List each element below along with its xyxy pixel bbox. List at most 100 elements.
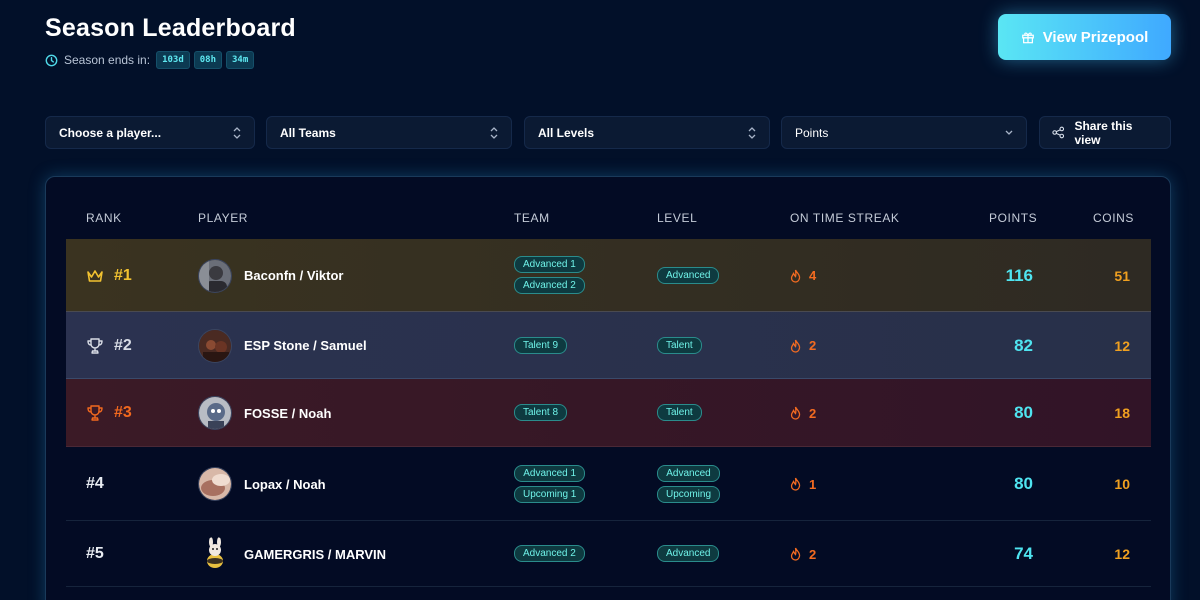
player-select-value: Choose a player...: [59, 125, 162, 140]
chevron-updown-icon: [748, 127, 756, 139]
sort-select[interactable]: Points: [781, 116, 1027, 149]
coins-value: 12: [1114, 546, 1130, 562]
table-row[interactable]: #3 FOSSE / Noah Talent 8 Talent 2 80 18: [66, 379, 1151, 447]
rank-cell: #5: [86, 521, 104, 587]
level-tags: Advanced: [657, 543, 720, 564]
points-cell: 82: [946, 312, 1033, 379]
column-team: TEAM: [514, 211, 550, 225]
flame-icon: [790, 269, 801, 283]
coins-value: 18: [1114, 405, 1130, 421]
chevron-updown-icon: [490, 127, 498, 139]
team-tags: Advanced 1 Upcoming 1: [514, 463, 586, 505]
streak-value: 2: [809, 546, 817, 562]
points-cell: 74: [946, 521, 1033, 587]
player-name[interactable]: ESP Stone / Samuel: [244, 338, 367, 353]
streak-cell: 2: [790, 521, 816, 587]
countdown-minutes: 34m: [226, 51, 255, 69]
share-view-button[interactable]: Share this view: [1039, 116, 1171, 149]
team-tags: Advanced 1 Advanced 2: [514, 254, 585, 296]
page-title: Season Leaderboard: [45, 14, 296, 42]
points-cell: 80: [946, 379, 1033, 447]
column-streak: ON TIME STREAK: [790, 211, 900, 225]
column-coins: COINS: [1093, 211, 1135, 225]
coins-value: 12: [1114, 337, 1130, 354]
team-tag: Talent 8: [514, 404, 568, 421]
rank-cell: #3: [86, 379, 132, 447]
player-name[interactable]: Lopax / Noah: [244, 477, 326, 492]
trophy-icon: [87, 405, 103, 421]
player-name[interactable]: GAMERGRIS / MARVIN: [244, 547, 386, 562]
table-header: RANK PLAYER TEAM LEVEL ON TIME STREAK PO…: [46, 211, 1170, 227]
share-icon: [1052, 126, 1065, 139]
chevron-down-icon: [1005, 130, 1013, 135]
season-countdown: Season ends in: 103d 08h 34m: [45, 51, 296, 69]
view-prizepool-button[interactable]: View Prizepool: [998, 14, 1171, 60]
level-tag: Advanced: [657, 465, 720, 482]
rank-label: #2: [114, 336, 132, 354]
table-row[interactable]: #5 GAMERGRIS / MARVIN Advanced 2 Advance…: [66, 521, 1151, 587]
coins-cell: 12: [1056, 521, 1130, 587]
column-level: LEVEL: [657, 211, 698, 225]
countdown-hours: 08h: [193, 51, 223, 69]
trophy-icon: [87, 337, 103, 354]
player-cell: FOSSE / Noah: [198, 379, 331, 447]
table-row[interactable]: #1 Baconfn / Viktor Advanced 1 Advanced …: [66, 239, 1151, 312]
season-label: Season ends in:: [64, 53, 151, 67]
rank-cell: #4: [86, 447, 104, 521]
rank-label: #4: [86, 475, 104, 492]
flame-icon: [790, 339, 801, 353]
points-value: 74: [1014, 544, 1033, 563]
table-row[interactable]: #2 ESP Stone / Samuel Talent 9 Talent 2 …: [66, 312, 1151, 379]
column-player: PLAYER: [198, 211, 249, 225]
level-tag: Advanced: [657, 545, 720, 562]
coins-cell: 10: [1056, 447, 1130, 521]
streak-cell: 1: [790, 447, 816, 521]
table-row[interactable]: #4 Lopax / Noah Advanced 1 Upcoming 1 Ad…: [66, 447, 1151, 521]
share-view-label: Share this view: [1074, 118, 1133, 147]
streak-value: 2: [809, 405, 817, 421]
flame-icon: [790, 406, 801, 420]
coins-cell: 12: [1056, 312, 1130, 379]
page-header: Season Leaderboard Season ends in: 103d …: [45, 14, 296, 69]
level-tag: Advanced: [657, 267, 720, 284]
player-cell: Lopax / Noah: [198, 447, 326, 521]
player-cell: ESP Stone / Samuel: [198, 312, 367, 379]
points-cell: 80: [946, 447, 1033, 521]
team-select-value: All Teams: [280, 125, 336, 140]
rank-cell: #2: [86, 312, 132, 379]
leaderboard-table: RANK PLAYER TEAM LEVEL ON TIME STREAK PO…: [45, 176, 1171, 600]
team-tag: Advanced 1: [514, 256, 585, 273]
team-select[interactable]: All Teams: [266, 116, 512, 149]
streak-cell: 2: [790, 379, 816, 447]
streak-value: 2: [809, 338, 817, 353]
avatar: [198, 537, 232, 571]
team-tag: Upcoming 1: [514, 486, 586, 503]
points-value: 80: [1014, 403, 1033, 422]
view-prizepool-label: View Prizepool: [1042, 28, 1149, 46]
level-tag: Talent: [657, 337, 702, 354]
team-tags: Talent 9: [514, 335, 568, 356]
streak-cell: 2: [790, 312, 816, 379]
level-tags: Advanced Upcoming: [657, 463, 721, 505]
crown-icon: [87, 269, 103, 282]
level-tag: Talent: [657, 404, 702, 421]
rank-label: #1: [114, 266, 132, 284]
coins-cell: 51: [1056, 239, 1130, 312]
flame-icon: [790, 477, 801, 491]
player-name[interactable]: Baconfn / Viktor: [244, 268, 343, 283]
player-cell: Baconfn / Viktor: [198, 239, 343, 312]
level-select[interactable]: All Levels: [524, 116, 770, 149]
streak-cell: 4: [790, 239, 816, 312]
sort-select-value: Points: [795, 125, 829, 140]
streak-value: 1: [809, 476, 817, 492]
avatar: [198, 467, 232, 501]
column-rank: RANK: [86, 211, 122, 225]
flame-icon: [790, 547, 801, 561]
player-name[interactable]: FOSSE / Noah: [244, 406, 331, 421]
player-select[interactable]: Choose a player...: [45, 116, 255, 149]
avatar: [198, 258, 232, 293]
coins-value: 51: [1114, 267, 1130, 284]
gift-icon: [1021, 32, 1034, 44]
coins-value: 10: [1114, 476, 1130, 492]
level-tags: Talent: [657, 402, 702, 423]
